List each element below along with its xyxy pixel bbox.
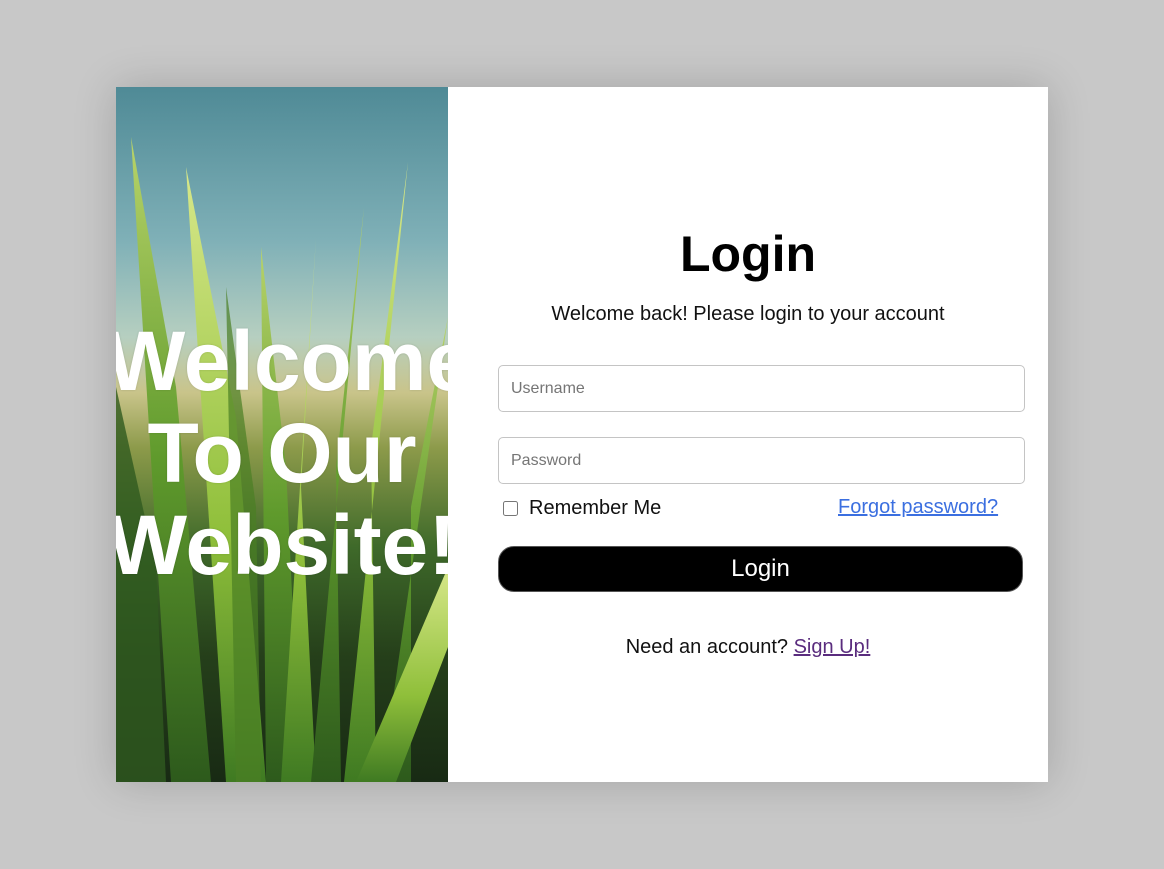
forgot-password-link[interactable]: Forgot password? xyxy=(838,496,998,519)
remember-me-label: Remember Me xyxy=(529,497,662,519)
signup-prompt-text: Need an account? xyxy=(625,636,789,658)
signup-link[interactable]: Sign Up! xyxy=(794,636,871,658)
hero-line-1: Welcome xyxy=(116,314,448,408)
password-input[interactable] xyxy=(498,437,1025,484)
page-title: Login xyxy=(679,226,817,282)
hero-line-3: Website! xyxy=(116,498,448,592)
username-input[interactable] xyxy=(498,365,1025,412)
signup-prompt: Need an account? Sign Up! xyxy=(448,636,1048,659)
login-card: Welcome To Our Website! Login Welcome ba… xyxy=(116,87,1048,782)
hero-line-2: To Our xyxy=(147,406,417,500)
page-subtitle: Welcome back! Please login to your accou… xyxy=(551,303,945,325)
login-button[interactable]: Login xyxy=(498,546,1023,592)
login-form-panel: Login Welcome back! Please login to your… xyxy=(448,87,1048,782)
remember-me-checkbox[interactable] xyxy=(503,501,518,516)
hero-image-panel: Welcome To Our Website! xyxy=(116,87,448,782)
remember-me[interactable]: Remember Me xyxy=(503,497,661,520)
hero-heading: Welcome To Our Website! xyxy=(116,315,448,591)
